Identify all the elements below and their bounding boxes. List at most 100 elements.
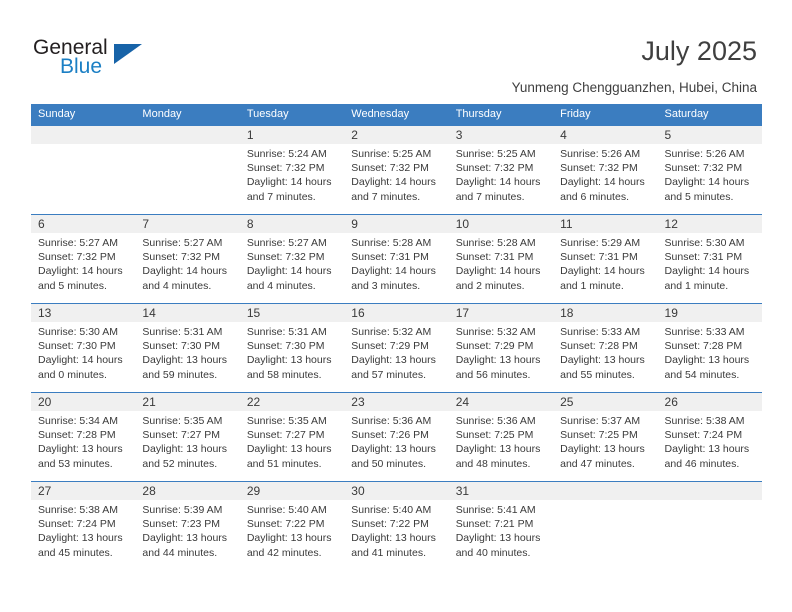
sunset-text: Sunset: 7:25 PM: [560, 429, 638, 442]
calendar-day-cell[interactable]: 29 Sunrise: 5:40 AM Sunset: 7:22 PM Dayligh…: [239, 482, 345, 570]
weekday-header-tuesday: Tuesday: [246, 108, 289, 120]
day-sun-info: Sunrise: 5:28 AM Sunset: 7:31 PM Daylight:…: [344, 233, 448, 293]
daylight-text: Daylight: 14 hours and 4 minutes.: [246, 265, 332, 292]
calendar-day-cell[interactable]: 13 Sunrise: 5:30 AM Sunset: 7:30 PM Dayligh…: [31, 304, 136, 392]
calendar-day-cell[interactable]: 24 Sunrise: 5:36 AM Sunset: 7:25 PM Dayligh…: [448, 393, 554, 481]
day-number-band: 7: [135, 215, 240, 233]
calendar-day-cell[interactable]: 27 Sunrise: 5:38 AM Sunset: 7:24 PM Dayligh…: [31, 482, 136, 570]
sunset-text: Sunset: 7:26 PM: [351, 429, 429, 442]
daylight-text: Daylight: 13 hours and 56 minutes.: [455, 354, 541, 381]
sunset-text: Sunset: 7:31 PM: [560, 251, 638, 264]
calendar-day-cell[interactable]: 2 Sunrise: 5:25 AM Sunset: 7:32 PM Daylight…: [344, 126, 449, 214]
calendar-day-cell[interactable]: 31 Sunrise: 5:41 AM Sunset: 7:21 PM Dayligh…: [448, 482, 554, 570]
calendar-day-cell[interactable]: 8 Sunrise: 5:27 AM Sunset: 7:32 PM Daylight…: [239, 215, 345, 303]
day-number-band: 25: [553, 393, 658, 411]
logo-text-blue: Blue: [60, 55, 103, 78]
day-number-band: [31, 126, 136, 144]
day-number-band: 9: [344, 215, 449, 233]
day-number: 13: [38, 306, 52, 320]
calendar-day-cell[interactable]: 6 Sunrise: 5:27 AM Sunset: 7:32 PM Daylight…: [31, 215, 136, 303]
day-sun-info: Sunrise: 5:27 AM Sunset: 7:32 PM Daylight:…: [135, 233, 239, 293]
calendar-day-cell-empty: [553, 482, 658, 570]
sunrise-text: Sunrise: 5:35 AM: [246, 415, 327, 427]
day-sun-info: Sunrise: 5:27 AM Sunset: 7:32 PM Daylight:…: [240, 233, 344, 293]
calendar-day-cell[interactable]: 9 Sunrise: 5:28 AM Sunset: 7:31 PM Daylight…: [344, 215, 449, 303]
day-number-band: 28: [135, 482, 240, 500]
calendar-day-cell[interactable]: 14 Sunrise: 5:31 AM Sunset: 7:30 PM Dayligh…: [135, 304, 240, 392]
general-blue-logo: General Blue: [33, 36, 163, 84]
sunset-text: Sunset: 7:30 PM: [38, 340, 116, 353]
day-number: 15: [246, 306, 261, 320]
daylight-text: Daylight: 13 hours and 40 minutes.: [455, 532, 541, 559]
calendar-day-cell[interactable]: 18 Sunrise: 5:33 AM Sunset: 7:28 PM Dayligh…: [553, 304, 658, 392]
sunrise-text: Sunrise: 5:32 AM: [351, 326, 432, 338]
calendar-day-cell[interactable]: 19 Sunrise: 5:33 AM Sunset: 7:28 PM Dayligh…: [657, 304, 762, 392]
calendar-day-cell[interactable]: 17 Sunrise: 5:32 AM Sunset: 7:29 PM Dayligh…: [448, 304, 554, 392]
daylight-text: Daylight: 13 hours and 58 minutes.: [246, 354, 332, 381]
sunrise-text: Sunrise: 5:31 AM: [142, 326, 223, 338]
calendar-day-cell[interactable]: 23 Sunrise: 5:36 AM Sunset: 7:26 PM Dayligh…: [344, 393, 449, 481]
sunset-text: Sunset: 7:25 PM: [455, 429, 534, 442]
sunset-text: Sunset: 7:32 PM: [560, 162, 638, 175]
day-sun-info: Sunrise: 5:33 AM Sunset: 7:28 PM Daylight:…: [553, 322, 657, 382]
day-sun-info: Sunrise: 5:30 AM Sunset: 7:31 PM Daylight:…: [658, 233, 762, 293]
day-sun-info: Sunrise: 5:31 AM Sunset: 7:30 PM Daylight:…: [135, 322, 239, 382]
daylight-text: Daylight: 13 hours and 48 minutes.: [455, 443, 541, 470]
day-sun-info: Sunrise: 5:41 AM Sunset: 7:21 PM Daylight:…: [449, 500, 553, 560]
calendar-day-cell[interactable]: 15 Sunrise: 5:31 AM Sunset: 7:30 PM Dayligh…: [239, 304, 345, 392]
sunrise-text: Sunrise: 5:27 AM: [142, 237, 223, 249]
day-sun-info: Sunrise: 5:35 AM Sunset: 7:27 PM Daylight:…: [240, 411, 344, 471]
logo-triangle-icon: [114, 44, 142, 64]
day-number: 21: [142, 395, 156, 409]
sunset-text: Sunset: 7:32 PM: [455, 162, 534, 175]
sunrise-text: Sunrise: 5:33 AM: [560, 326, 641, 338]
sunrise-text: Sunrise: 5:41 AM: [455, 504, 536, 516]
calendar-day-cell[interactable]: 1 Sunrise: 5:24 AM Sunset: 7:32 PM Daylight…: [239, 126, 345, 214]
calendar-day-cell[interactable]: 10 Sunrise: 5:28 AM Sunset: 7:31 PM Dayligh…: [448, 215, 554, 303]
day-number: 18: [560, 306, 574, 320]
day-number-band: 1: [239, 126, 345, 144]
weekday-header-monday: Monday: [142, 108, 182, 120]
day-number-band: 3: [448, 126, 554, 144]
sunrise-text: Sunrise: 5:35 AM: [142, 415, 223, 427]
page-header: General Blue July 2025 Yunmeng Chengguan…: [0, 0, 792, 100]
sunset-text: Sunset: 7:23 PM: [142, 518, 221, 531]
calendar-day-cell[interactable]: 12 Sunrise: 5:30 AM Sunset: 7:31 PM Dayligh…: [657, 215, 762, 303]
day-number-band: 11: [553, 215, 658, 233]
day-sun-info: Sunrise: 5:25 AM Sunset: 7:32 PM Daylight:…: [449, 144, 553, 204]
calendar-day-cell[interactable]: 30 Sunrise: 5:40 AM Sunset: 7:22 PM Dayligh…: [344, 482, 449, 570]
calendar-day-cell[interactable]: 22 Sunrise: 5:35 AM Sunset: 7:27 PM Dayligh…: [239, 393, 345, 481]
day-number-band: 24: [448, 393, 554, 411]
day-number: 3: [455, 128, 463, 142]
calendar-day-cell[interactable]: 11 Sunrise: 5:29 AM Sunset: 7:31 PM Dayligh…: [553, 215, 658, 303]
calendar-day-cell[interactable]: 20 Sunrise: 5:34 AM Sunset: 7:28 PM Dayligh…: [31, 393, 136, 481]
day-number: 17: [455, 306, 470, 320]
calendar-weeks: 1 Sunrise: 5:24 AM Sunset: 7:32 PM Daylight…: [31, 125, 762, 570]
sunrise-text: Sunrise: 5:36 AM: [455, 415, 536, 427]
calendar-grid: Sunday Monday Tuesday Wednesday Thursday Frid…: [31, 104, 762, 570]
sunset-text: Sunset: 7:31 PM: [455, 251, 534, 264]
day-number-band: 16: [344, 304, 449, 322]
sunrise-text: Sunrise: 5:24 AM: [246, 148, 327, 160]
day-sun-info: Sunrise: 5:39 AM Sunset: 7:23 PM Daylight:…: [135, 500, 239, 560]
calendar-day-cell[interactable]: 7 Sunrise: 5:27 AM Sunset: 7:32 PM Daylight…: [135, 215, 240, 303]
daylight-text: Daylight: 13 hours and 57 minutes.: [351, 354, 436, 381]
sunset-text: Sunset: 7:30 PM: [142, 340, 221, 353]
calendar-day-cell[interactable]: 5 Sunrise: 5:26 AM Sunset: 7:32 PM Daylight…: [657, 126, 762, 214]
day-number: 1: [246, 128, 254, 142]
calendar-day-cell[interactable]: 25 Sunrise: 5:37 AM Sunset: 7:25 PM Dayligh…: [553, 393, 658, 481]
day-sun-info: Sunrise: 5:29 AM Sunset: 7:31 PM Daylight:…: [553, 233, 657, 293]
day-number-band: [553, 482, 658, 500]
calendar-day-cell[interactable]: 3 Sunrise: 5:25 AM Sunset: 7:32 PM Daylight…: [448, 126, 554, 214]
calendar-day-cell[interactable]: 26 Sunrise: 5:38 AM Sunset: 7:24 PM Dayligh…: [657, 393, 762, 481]
day-sun-info: Sunrise: 5:34 AM Sunset: 7:28 PM Daylight:…: [31, 411, 135, 471]
calendar-day-cell[interactable]: 28 Sunrise: 5:39 AM Sunset: 7:23 PM Dayligh…: [135, 482, 240, 570]
day-sun-info: Sunrise: 5:27 AM Sunset: 7:32 PM Daylight:…: [31, 233, 135, 293]
day-number: 5: [664, 128, 672, 142]
day-number: 25: [560, 395, 574, 409]
calendar-day-cell[interactable]: 21 Sunrise: 5:35 AM Sunset: 7:27 PM Dayligh…: [135, 393, 240, 481]
sunrise-text: Sunrise: 5:27 AM: [246, 237, 327, 249]
calendar-day-cell[interactable]: 16 Sunrise: 5:32 AM Sunset: 7:29 PM Dayligh…: [344, 304, 449, 392]
calendar-day-cell[interactable]: 4 Sunrise: 5:26 AM Sunset: 7:32 PM Daylight…: [553, 126, 658, 214]
sunset-text: Sunset: 7:32 PM: [38, 251, 116, 264]
